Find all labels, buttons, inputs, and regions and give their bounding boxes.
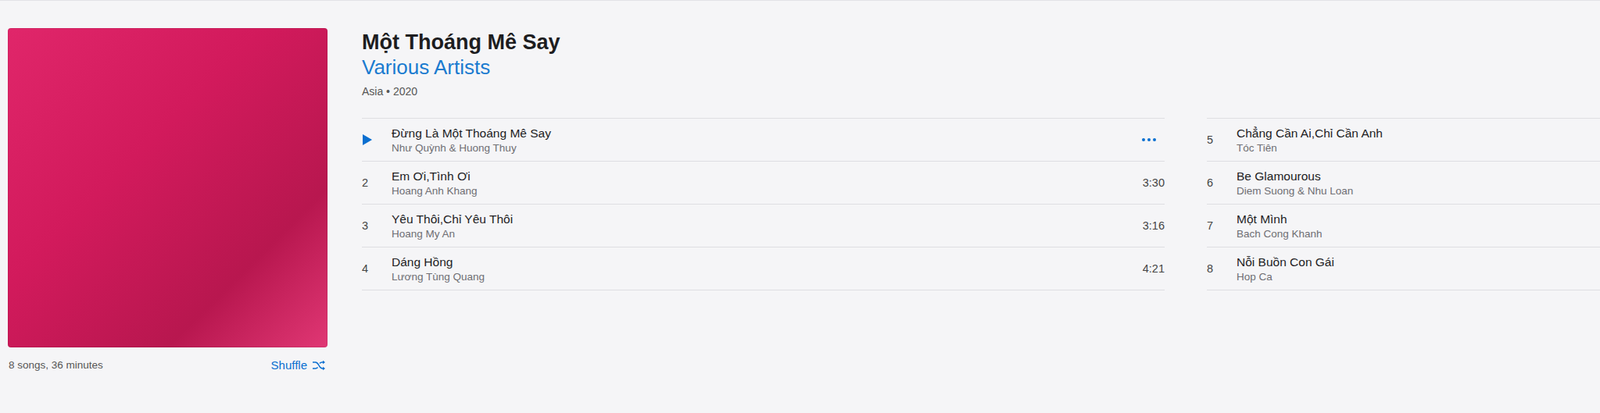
track-number: 8	[1206, 262, 1237, 276]
track-title: Dáng Hồng	[391, 255, 1135, 270]
track-text: Yêu Thôi,Chỉ Yêu ThôiHoang My An	[391, 212, 1135, 240]
track-duration: 3:16	[1134, 219, 1165, 233]
track-lists: Đừng Là Một Thoáng Mê SayNhư Quỳnh & Huo…	[361, 118, 1600, 291]
track-list: Đừng Là Một Thoáng Mê SayNhư Quỳnh & Huo…	[361, 118, 1165, 291]
album-artist[interactable]: Various Artists	[361, 54, 1600, 80]
track-row[interactable]: 4Dáng HồngLương Tùng Quang4:21	[361, 247, 1165, 291]
album-footer: 8 songs, 36 minutes Shuffle	[7, 358, 328, 373]
track-title: Be Glamourous	[1236, 169, 1600, 184]
track-artist: Hoang My An	[391, 228, 1135, 240]
track-text: Chẳng Cần Ai,Chỉ Cần AnhTóc Tiên	[1236, 126, 1600, 154]
track-number: 5	[1206, 133, 1237, 147]
track-number: 2	[361, 176, 392, 190]
track-text: Nỗi Buồn Con GáiHop Ca	[1236, 255, 1600, 283]
track-title: Chẳng Cần Ai,Chỉ Cần Anh	[1236, 126, 1600, 141]
shuffle-button[interactable]: Shuffle	[271, 358, 326, 373]
album-title: Một Thoáng Mê Say	[361, 29, 1600, 55]
track-text: Dáng HồngLương Tùng Quang	[391, 255, 1135, 283]
track-text: Đừng Là Một Thoáng Mê SayNhư Quỳnh & Huo…	[391, 126, 1142, 154]
album-cover[interactable]	[7, 28, 328, 348]
track-list: 5Chẳng Cần Ai,Chỉ Cần AnhTóc Tiên6Be Gla…	[1206, 118, 1600, 291]
track-title: Em Ơi,Tình Ơi	[391, 169, 1135, 184]
track-text: Be GlamourousDiem Suong & Nhu Loan	[1236, 169, 1600, 197]
track-number	[361, 133, 392, 147]
track-artist: Diem Suong & Nhu Loan	[1236, 185, 1600, 197]
track-text: Em Ơi,Tình ƠiHoang Anh Khang	[391, 169, 1135, 197]
track-number: 7	[1206, 219, 1237, 233]
track-number: 3	[361, 219, 392, 233]
album-meta: Asia • 2020	[361, 84, 1600, 99]
more-icon	[1141, 137, 1157, 143]
track-row[interactable]: 8Nỗi Buồn Con GáiHop Ca	[1206, 247, 1600, 291]
track-artist: Lương Tùng Quang	[391, 271, 1135, 283]
track-artist: Hop Ca	[1236, 271, 1600, 283]
play-icon[interactable]	[361, 133, 373, 147]
track-title: Nỗi Buồn Con Gái	[1236, 255, 1600, 270]
shuffle-icon	[311, 360, 326, 372]
track-row[interactable]: Đừng Là Một Thoáng Mê SayNhư Quỳnh & Huo…	[361, 118, 1165, 162]
track-title: Đừng Là Một Thoáng Mê Say	[391, 126, 1142, 141]
track-row[interactable]: 7Một MìnhBach Cong Khanh	[1206, 204, 1600, 248]
track-artist: Như Quỳnh & Huong Thuy	[391, 142, 1142, 154]
track-row[interactable]: 3Yêu Thôi,Chỉ Yêu ThôiHoang My An3:16	[361, 204, 1165, 248]
track-row[interactable]: 6Be GlamourousDiem Suong & Nhu Loan	[1206, 161, 1600, 205]
track-row[interactable]: 5Chẳng Cần Ai,Chỉ Cần AnhTóc Tiên	[1206, 118, 1600, 162]
shuffle-label: Shuffle	[271, 358, 308, 373]
track-title: Yêu Thôi,Chỉ Yêu Thôi	[391, 212, 1135, 227]
track-text: Một MìnhBach Cong Khanh	[1236, 212, 1600, 240]
album-info: Một Thoáng Mê SayVarious Artists Asia • 2…	[361, 28, 1600, 373]
track-duration: 4:21	[1134, 262, 1165, 276]
more-button[interactable]	[1141, 134, 1159, 146]
album-column: 8 songs, 36 minutes Shuffle	[7, 28, 328, 373]
track-row[interactable]: 2Em Ơi,Tình ƠiHoang Anh Khang3:30	[361, 161, 1165, 205]
track-artist: Tóc Tiên	[1236, 142, 1600, 154]
track-number: 6	[1206, 176, 1237, 190]
album-summary: 8 songs, 36 minutes	[8, 359, 104, 372]
track-artist: Bach Cong Khanh	[1236, 228, 1600, 240]
track-duration: 3:30	[1134, 176, 1165, 190]
track-number: 4	[361, 262, 392, 276]
track-title: Một Mình	[1236, 212, 1600, 227]
track-artist: Hoang Anh Khang	[391, 185, 1135, 197]
